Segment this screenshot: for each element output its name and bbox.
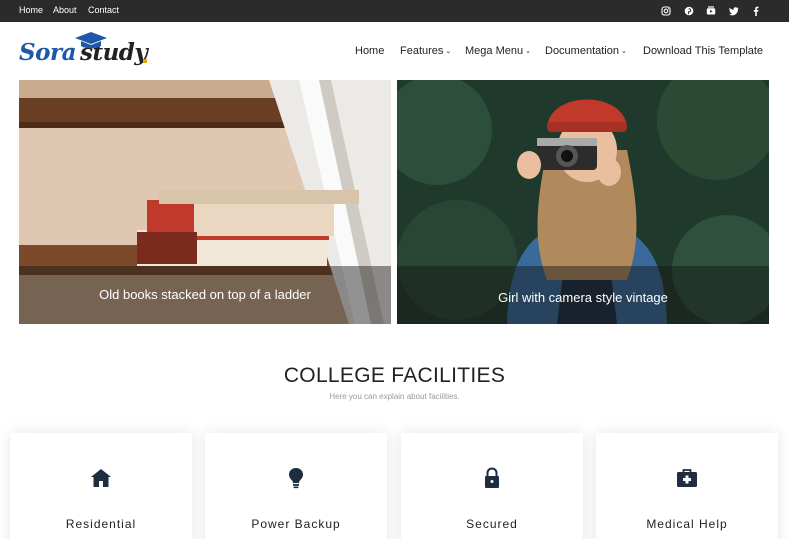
nav-home[interactable]: Home bbox=[355, 45, 384, 57]
pinterest-icon[interactable] bbox=[682, 4, 696, 18]
nav-home-label: Home bbox=[355, 45, 385, 57]
graduation-cap-icon bbox=[75, 32, 107, 49]
chevron-down-icon: ⌄ bbox=[525, 48, 531, 55]
facility-card-power-backup[interactable]: Power Backup bbox=[205, 433, 387, 539]
nav-documentation-label: Documentation bbox=[545, 45, 619, 57]
chevron-down-icon: ⌄ bbox=[621, 48, 627, 55]
topbar-link-home[interactable]: Home bbox=[19, 5, 43, 15]
section-subtitle: Here you can explain about facilities. bbox=[329, 392, 460, 401]
topbar-link-contact[interactable]: Contact bbox=[88, 5, 119, 15]
featured-slide-books[interactable]: Old books stacked on top of a ladder bbox=[19, 80, 391, 324]
nav-mega-menu-label: Mega Menu bbox=[465, 45, 524, 57]
featured-slide-camera-girl[interactable]: Girl with camera style vintage bbox=[397, 80, 769, 324]
nav-documentation[interactable]: Documentation ⌄ bbox=[545, 45, 627, 57]
slide-caption[interactable]: Old books stacked on top of a ladder bbox=[19, 287, 391, 302]
twitter-icon[interactable] bbox=[727, 4, 741, 18]
medical-kit-icon bbox=[677, 469, 697, 487]
topbar-link-about[interactable]: About bbox=[53, 5, 77, 15]
nav-download-label: Download This Template bbox=[643, 45, 764, 57]
youtube-icon[interactable] bbox=[704, 4, 718, 18]
logo-text-sora: Sora bbox=[19, 39, 76, 66]
lightbulb-icon bbox=[289, 468, 303, 489]
nav-features-label: Features bbox=[400, 45, 444, 57]
nav-features[interactable]: Features ⌄ bbox=[400, 45, 451, 57]
facility-label: Power Backup bbox=[251, 517, 341, 531]
nav-mega-menu[interactable]: Mega Menu ⌄ bbox=[465, 45, 531, 57]
home-icon bbox=[91, 469, 111, 487]
site-header: Sora study Home Features ⌄ Mega Menu ⌄ Doc… bbox=[0, 22, 789, 80]
facebook-icon[interactable] bbox=[749, 4, 763, 18]
facility-card-residential[interactable]: Residential bbox=[10, 433, 192, 539]
facility-label: Secured bbox=[466, 517, 518, 531]
lock-icon bbox=[485, 467, 499, 488]
site-logo[interactable]: Sora study bbox=[19, 32, 159, 72]
nav-download-template[interactable]: Download This Template bbox=[643, 45, 763, 57]
facility-label: Residential bbox=[65, 517, 137, 531]
instagram-icon[interactable] bbox=[659, 4, 673, 18]
facility-label: Medical Help bbox=[646, 517, 728, 531]
slide-caption[interactable]: Girl with camera style vintage bbox=[397, 290, 769, 305]
facility-card-medical-help[interactable]: Medical Help bbox=[596, 433, 778, 539]
facility-card-secured[interactable]: Secured bbox=[401, 433, 583, 539]
section-title: COLLEGE FACILITIES bbox=[283, 364, 506, 387]
chevron-down-icon: ⌄ bbox=[445, 48, 452, 55]
logo-dot bbox=[143, 59, 147, 63]
top-bar: Home About Contact bbox=[0, 0, 789, 22]
